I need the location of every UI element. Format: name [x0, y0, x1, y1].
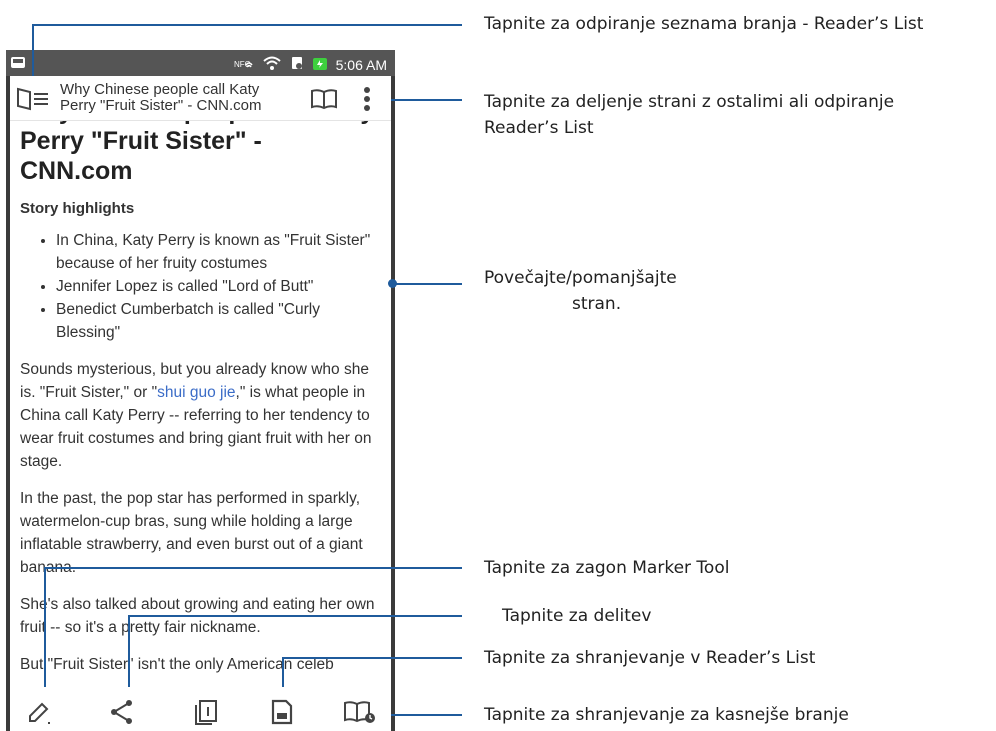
callout-line-marker [44, 567, 462, 569]
callout-line-share-menu [384, 99, 462, 101]
callout-line-marker-vertical [44, 567, 46, 697]
status-bar: NFC 5:06 AM [6, 50, 395, 76]
shui-guo-jie-link[interactable]: shui guo jie [157, 384, 235, 401]
callout-line-reading-list [32, 24, 462, 26]
reading-list-icon[interactable] [16, 86, 50, 117]
reader-screen[interactable]: Why Chinese people call Katy Perry "Frui… [10, 76, 391, 731]
silent-mode-icon [290, 55, 304, 75]
nfc-icon: NFC [234, 55, 254, 75]
reader-bottom-bar [10, 687, 391, 731]
article-content: Why Chinese people call Katy Perry "Frui… [20, 96, 380, 676]
highlight-item: Benedict Cumberbatch is called "Curly Bl… [56, 298, 380, 344]
callout-line-save-later [382, 714, 462, 716]
callout-save-list: Tapnite za shranjevanje v Reader’s List [484, 648, 816, 668]
highlight-item: Jennifer Lopez is called "Lord of Butt" [56, 275, 380, 298]
svg-text:NFC: NFC [234, 60, 251, 69]
article-paragraph: In the past, the pop star has performed … [20, 490, 363, 576]
callout-reading-list: Tapnite za odpiranje seznama branja - Re… [484, 14, 924, 34]
callout-line-zoom [392, 283, 462, 285]
tabs-icon[interactable] [194, 699, 218, 730]
save-reading-list-icon[interactable] [270, 699, 294, 730]
open-book-icon[interactable] [310, 88, 338, 115]
callout-marker: Tapnite za zagon Marker Tool [484, 558, 730, 578]
page-tab-title: Why Chinese people call Katy Perry "Frui… [60, 81, 262, 114]
callout-zoom-line2: stran. [572, 294, 622, 314]
read-later-icon[interactable] [343, 699, 377, 730]
screenshot-notification-icon [11, 57, 25, 68]
highlight-item: In China, Katy Perry is known as "Fruit … [56, 229, 380, 275]
wifi-icon [262, 55, 282, 75]
marker-pen-icon[interactable] [26, 699, 54, 730]
reader-top-bar: Why Chinese people call Katy Perry "Frui… [10, 76, 391, 121]
status-icons: NFC 5:06 AM [234, 55, 387, 75]
callout-share-menu-line1: Tapnite za deljenje strani z ostalimi al… [484, 92, 895, 112]
callout-dot-zoom [388, 279, 397, 288]
callout-line-share-vertical [128, 615, 130, 697]
callout-line-save-list [282, 657, 462, 659]
callout-save-later: Tapnite za shranjevanje za kasnejše bran… [484, 705, 849, 725]
battery-charging-icon [312, 56, 328, 75]
status-time: 5:06 AM [335, 57, 387, 73]
callout-share-menu-line2: Reader’s List [484, 118, 594, 138]
article-headline: Perry "Fruit Sister" - CNN.com [20, 127, 262, 185]
callout-zoom-line1: Povečajte/pomanjšajte [484, 268, 677, 288]
more-options-icon[interactable] [363, 86, 371, 117]
callout-line-share [128, 615, 462, 617]
article-paragraph: Sounds mysterious, but you already know … [20, 361, 372, 470]
phone-frame: NFC 5:06 AM Why Chinese people call Katy… [6, 50, 395, 731]
share-icon[interactable] [110, 699, 134, 730]
story-highlights-heading: Story highlights [20, 200, 135, 217]
callout-share: Tapnite za delitev [502, 606, 652, 626]
highlights-list: In China, Katy Perry is known as "Fruit … [20, 229, 380, 344]
